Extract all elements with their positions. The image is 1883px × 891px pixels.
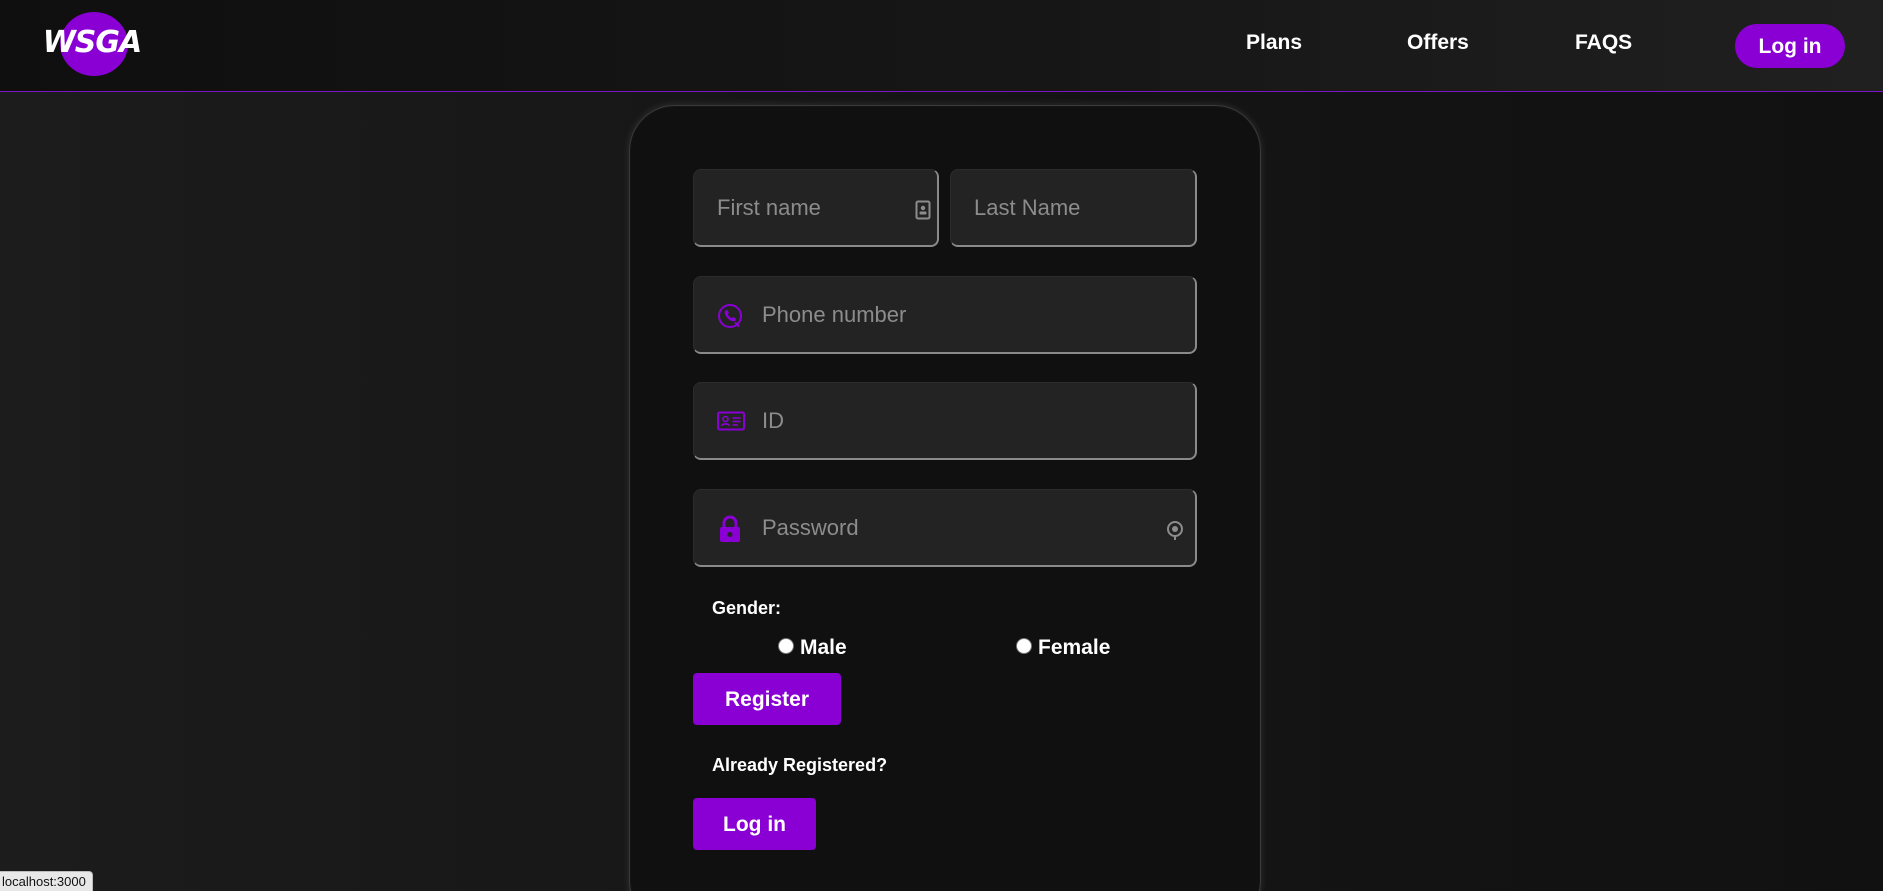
first-name-placeholder: First name bbox=[717, 195, 821, 220]
lock-icon bbox=[718, 515, 742, 543]
top-navbar: WSGA Plans Offers FAQS Log in bbox=[0, 0, 1883, 92]
gender-female-radio[interactable] bbox=[1016, 638, 1032, 654]
login-button[interactable]: Log in bbox=[693, 798, 816, 850]
gender-male-label[interactable]: Male bbox=[800, 636, 847, 660]
browser-status-url: localhost:3000 bbox=[0, 871, 93, 891]
already-registered-text: Already Registered? bbox=[712, 755, 888, 775]
eye-toggle-icon[interactable] bbox=[1166, 520, 1184, 542]
last-name-placeholder: Last Name bbox=[974, 195, 1081, 220]
register-button[interactable]: Register bbox=[693, 673, 841, 725]
contact-card-icon bbox=[915, 200, 931, 220]
nav-login-button[interactable]: Log in bbox=[1735, 24, 1845, 68]
first-name-field[interactable]: First name bbox=[693, 169, 939, 247]
phone-placeholder: Phone number bbox=[762, 302, 907, 327]
gender-male-radio[interactable] bbox=[778, 638, 794, 654]
id-field[interactable]: ID bbox=[693, 382, 1197, 460]
site-logo[interactable]: WSGA bbox=[42, 12, 142, 76]
logo-text: WSGA bbox=[42, 25, 143, 60]
id-placeholder: ID bbox=[762, 408, 784, 433]
id-card-icon bbox=[717, 411, 745, 431]
phone-field[interactable]: Phone number bbox=[693, 276, 1197, 354]
password-field[interactable]: Password bbox=[693, 489, 1197, 567]
nav-link-faqs[interactable]: FAQS bbox=[1575, 31, 1632, 55]
gender-female-label[interactable]: Female bbox=[1038, 636, 1110, 660]
phone-icon bbox=[717, 303, 743, 329]
nav-link-offers[interactable]: Offers bbox=[1407, 31, 1469, 55]
gender-label: Gender: bbox=[712, 598, 782, 618]
nav-link-plans[interactable]: Plans bbox=[1246, 31, 1302, 55]
last-name-field[interactable]: Last Name bbox=[950, 169, 1197, 247]
password-placeholder: Password bbox=[762, 515, 859, 540]
